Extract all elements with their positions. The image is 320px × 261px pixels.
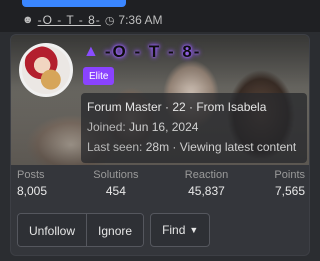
stat-label: Posts — [17, 169, 45, 181]
clock-icon: ◷ — [104, 14, 115, 27]
member-tooltip-card: ▲ -O - T - 8- Elite Forum Master · 22 · … — [10, 34, 310, 256]
joined-value: Jun 16, 2024 — [129, 120, 199, 134]
profile-title-line: Forum Master · 22 · From Isabela — [87, 100, 267, 114]
user-icon: ☻ — [22, 14, 34, 26]
username-row: ▲ -O - T - 8- — [83, 41, 201, 63]
author-link[interactable]: -O - T - 8- — [38, 13, 101, 27]
find-label: Find — [162, 223, 186, 237]
stat-value: 7,565 — [274, 184, 305, 198]
stat-reaction[interactable]: Reaction 45,837 — [185, 169, 228, 209]
unfollow-button[interactable]: Unfollow — [18, 214, 87, 246]
follow-ignore-group: Unfollow Ignore — [17, 213, 145, 247]
profile-info: Forum Master · 22 · From Isabela Joined:… — [81, 93, 307, 163]
user-group-icon: ▲ — [83, 43, 99, 60]
stat-points[interactable]: Points 7,565 — [274, 169, 305, 209]
post-time: 7:36 AM — [118, 13, 163, 27]
ignore-button[interactable]: Ignore — [86, 214, 144, 246]
find-menu-button[interactable]: Find ▼ — [150, 213, 211, 247]
user-title-badge: Elite — [83, 67, 115, 85]
joined-line: Joined: Jun 16, 2024 — [87, 117, 301, 137]
caret-down-icon: ▼ — [189, 225, 199, 235]
member-stats: Posts 8,005 Solutions 454 Reaction 45,83… — [11, 169, 309, 209]
post-meta: ☻ -O - T - 8- ◷ 7:36 AM — [22, 12, 162, 28]
stat-solutions[interactable]: Solutions 454 — [93, 169, 138, 209]
stat-value: 8,005 — [17, 184, 48, 198]
top-bar: ☻ -O - T - 8- ◷ 7:36 AM — [0, 0, 320, 32]
accent-bar — [22, 0, 126, 7]
stat-value: 454 — [105, 184, 126, 198]
stat-value: 45,837 — [188, 184, 225, 198]
joined-label: Joined: — [87, 120, 126, 134]
stat-posts[interactable]: Posts 8,005 — [17, 169, 47, 209]
last-seen-line: Last seen: 28m · Viewing latest content — [87, 137, 301, 157]
last-seen-value[interactable]: 28m · Viewing latest content — [146, 140, 297, 154]
stat-label: Points — [274, 169, 305, 181]
last-seen-label: Last seen: — [87, 140, 143, 154]
profile-username[interactable]: -O - T - 8- — [105, 42, 202, 62]
member-actions: Unfollow Ignore Find ▼ — [17, 213, 211, 247]
stat-label: Solutions — [93, 169, 139, 181]
avatar[interactable] — [19, 43, 73, 97]
stat-label: Reaction — [184, 169, 229, 181]
